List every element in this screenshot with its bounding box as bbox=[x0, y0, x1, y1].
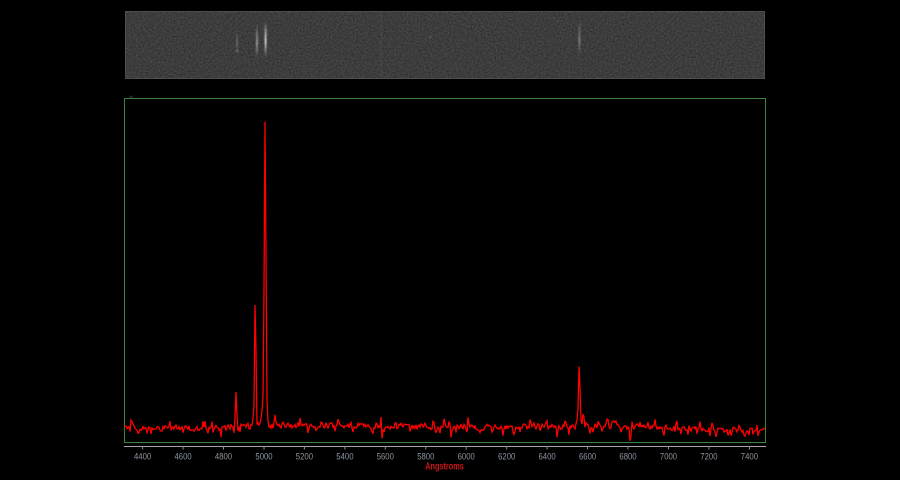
svg-text:6000: 6000 bbox=[458, 451, 475, 461]
svg-text:6200: 6200 bbox=[498, 451, 515, 461]
svg-text:Angstroms: Angstroms bbox=[425, 461, 464, 472]
svg-text:4800: 4800 bbox=[215, 451, 232, 461]
svg-text:4400: 4400 bbox=[134, 451, 151, 461]
svg-text:5600: 5600 bbox=[377, 451, 394, 461]
svg-text:4600: 4600 bbox=[175, 451, 192, 461]
svg-text:6600: 6600 bbox=[579, 451, 596, 461]
svg-text:5200: 5200 bbox=[296, 451, 313, 461]
svg-text:7200: 7200 bbox=[700, 451, 717, 461]
svg-text:6800: 6800 bbox=[619, 451, 636, 461]
svg-text:6400: 6400 bbox=[539, 451, 556, 461]
svg-text:5400: 5400 bbox=[336, 451, 353, 461]
svg-text:5000: 5000 bbox=[255, 451, 272, 461]
svg-text:7400: 7400 bbox=[741, 451, 758, 461]
svg-text:5800: 5800 bbox=[417, 451, 434, 461]
svg-text:7000: 7000 bbox=[660, 451, 677, 461]
